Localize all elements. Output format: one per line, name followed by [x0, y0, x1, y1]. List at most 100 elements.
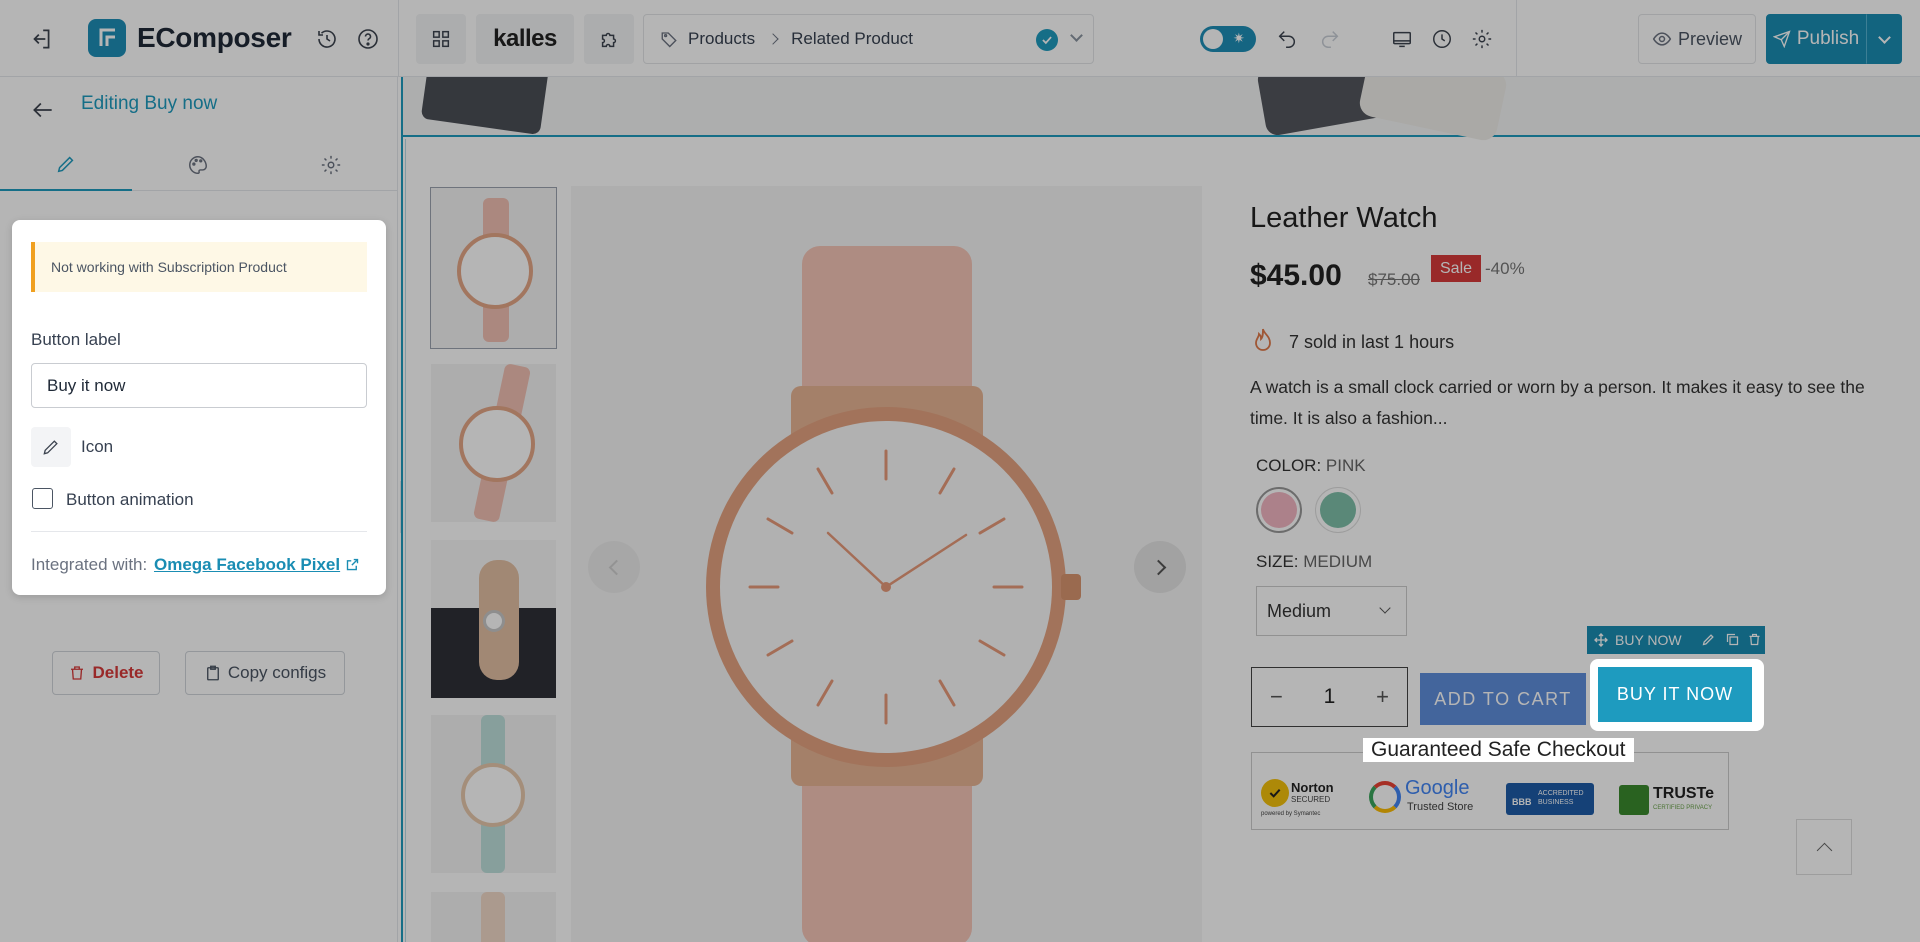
external-link-icon[interactable]	[345, 557, 360, 572]
extensions-button[interactable]	[584, 14, 634, 64]
integration-link[interactable]: Omega Facebook Pixel	[154, 555, 340, 574]
element-toolbar: BUY NOW	[1587, 626, 1765, 654]
sale-badge: Sale	[1431, 255, 1482, 282]
duplicate-icon[interactable]	[1725, 632, 1740, 652]
scroll-to-top-button[interactable]	[1796, 819, 1852, 875]
buy-it-now-label: BUY IT NOW	[1616, 684, 1734, 704]
subscription-notice: Not working with Subscription Product	[31, 242, 367, 292]
panel-title: Editing Buy now	[81, 93, 218, 114]
truste-sub: CERTIFIED PRIVACY	[1653, 805, 1713, 811]
exit-icon[interactable]	[26, 24, 56, 54]
swatch-pink[interactable]	[1256, 487, 1302, 533]
add-to-cart-button[interactable]: ADD TO CART	[1420, 673, 1586, 725]
add-to-cart-label: ADD TO CART	[1434, 688, 1572, 709]
minus-icon[interactable]: −	[1270, 684, 1283, 710]
color-value: PINK	[1325, 456, 1366, 475]
google-sub: Trusted Store	[1407, 801, 1474, 813]
norton-text: Norton	[1291, 780, 1334, 795]
pants-image	[420, 77, 550, 136]
main-product-image	[571, 186, 1202, 942]
image-prev-arrow[interactable]	[588, 541, 640, 593]
copy-configs-button[interactable]: Copy configs	[185, 651, 345, 695]
thumbnail-1[interactable]	[430, 187, 557, 349]
product-price: $45.00	[1250, 259, 1342, 292]
button-animation-label: Button animation	[66, 490, 194, 509]
store-logo-text: kalles	[493, 25, 557, 52]
sold-text: 7 sold in last 1 hours	[1289, 332, 1455, 352]
icon-label: Icon	[81, 437, 114, 456]
discount-percent: -40%	[1485, 259, 1525, 278]
tag-icon	[661, 32, 677, 48]
publish-options-button[interactable]	[1866, 14, 1902, 64]
publish-button[interactable]: Publish	[1766, 14, 1866, 64]
watch-crown	[1061, 574, 1081, 600]
trash-icon	[71, 666, 84, 680]
color-label-text: COLOR:	[1256, 456, 1322, 475]
color-label: COLOR: PINK	[1256, 456, 1366, 476]
plus-icon[interactable]: +	[1376, 684, 1389, 710]
google-badge: Google Trusted Store	[1369, 777, 1479, 823]
watch-dial-marks	[748, 449, 1024, 725]
page-canvas: Leather Watch $45.00 $75.00 Sale -40% 7 …	[401, 77, 1920, 942]
help-icon[interactable]	[353, 24, 383, 54]
google-text: Google	[1405, 777, 1470, 799]
swatch-teal[interactable]	[1315, 487, 1361, 533]
palette-icon	[189, 156, 207, 174]
truste-badge: TRUSTe CERTIFIED PRIVACY	[1619, 783, 1719, 817]
tab-edit[interactable]	[0, 139, 132, 191]
dark-mode-toggle[interactable]: ✷	[1200, 26, 1256, 52]
copy-configs-label: Copy configs	[227, 663, 327, 682]
preview-label: Preview	[1677, 28, 1743, 49]
breadcrumb-current: Related Product	[791, 29, 913, 48]
size-label: SIZE: MEDIUM	[1256, 552, 1372, 572]
chevron-down-icon[interactable]	[1070, 29, 1083, 42]
quantity-value[interactable]: 1	[1324, 685, 1336, 709]
chevron-right-icon	[1150, 559, 1166, 575]
chevron-up-icon	[1816, 842, 1832, 858]
button-animation-checkbox[interactable]	[32, 488, 53, 509]
thumbnail-5[interactable]	[431, 892, 556, 942]
history-icon[interactable]	[312, 24, 342, 54]
buy-it-now-button[interactable]: BUY IT NOW	[1598, 667, 1752, 722]
undo-icon[interactable]	[1272, 24, 1302, 54]
store-logo[interactable]: kalles	[476, 14, 574, 64]
icon-picker-button[interactable]	[31, 427, 71, 467]
delete-label: Delete	[92, 663, 144, 682]
thumbnail-2[interactable]	[431, 364, 556, 522]
product-title: Leather Watch	[1250, 202, 1438, 234]
apps-grid-button[interactable]	[416, 14, 466, 64]
send-icon	[1772, 30, 1791, 48]
button-label-input[interactable]	[31, 363, 367, 408]
tab-style[interactable]	[132, 139, 264, 191]
buy-now-highlight: BUY IT NOW	[1590, 659, 1764, 731]
size-label-text: SIZE:	[1256, 552, 1299, 571]
element-toolbar-label: BUY NOW	[1615, 632, 1682, 648]
norton-badge: Norton SECURED powered by Symantec	[1261, 777, 1339, 823]
norton-sub: SECURED	[1291, 795, 1331, 804]
redo-icon[interactable]	[1315, 24, 1345, 54]
size-select[interactable]: Medium	[1256, 586, 1407, 636]
thumbnail-4[interactable]	[431, 715, 556, 873]
page-breadcrumb-selector[interactable]: Products Related Product	[643, 14, 1094, 64]
trash-icon[interactable]	[1747, 632, 1762, 652]
integration-prefix: Integrated with:	[31, 555, 148, 574]
norton-check-icon	[1261, 779, 1289, 807]
delete-button[interactable]: Delete	[52, 651, 160, 695]
breadcrumb-products[interactable]: Products	[688, 29, 755, 49]
bbb-badge: BBB ACCREDITED BUSINESS	[1506, 783, 1594, 815]
product-description: A watch is a small clock carried or worn…	[1250, 377, 1865, 428]
move-icon	[1594, 633, 1608, 647]
ecomposer-logo-icon	[88, 19, 126, 57]
thumbnail-3[interactable]	[431, 540, 556, 698]
gear-icon[interactable]	[1467, 24, 1497, 54]
preview-button[interactable]: Preview	[1638, 14, 1756, 64]
back-arrow-icon[interactable]	[28, 95, 58, 125]
tab-settings[interactable]	[264, 139, 398, 191]
desktop-view-icon[interactable]	[1387, 24, 1417, 54]
subscription-notice-text: Not working with Subscription Product	[51, 259, 287, 275]
edit-pencil-icon[interactable]	[1701, 632, 1716, 652]
image-next-arrow[interactable]	[1134, 541, 1186, 593]
button-settings-card: Not working with Subscription Product Bu…	[12, 220, 386, 595]
revision-clock-icon[interactable]	[1427, 24, 1457, 54]
gear-icon	[321, 155, 341, 175]
